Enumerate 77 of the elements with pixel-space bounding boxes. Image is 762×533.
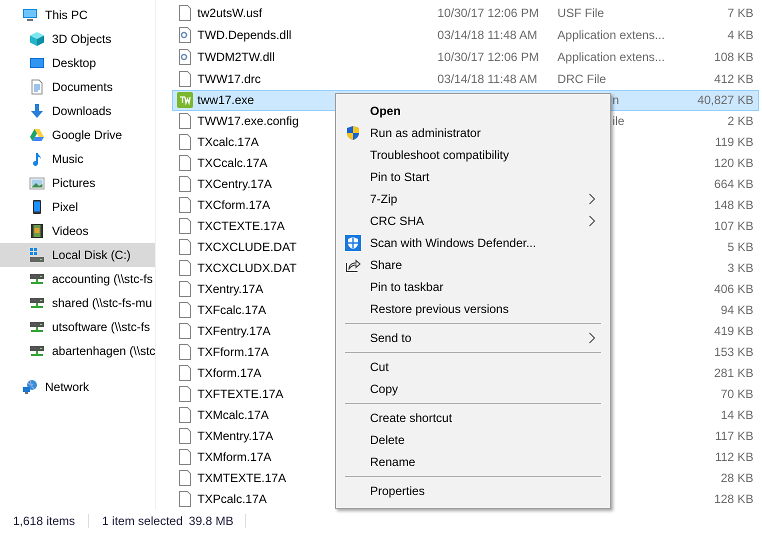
nav-label: abartenhagen (\\stc — [52, 343, 156, 360]
nav-label: shared (\\stc-fs-mu — [52, 295, 152, 312]
file-type: ile — [612, 113, 624, 130]
file-name: TXentry.17A — [197, 281, 264, 298]
file-name: TXFcalc.17A — [197, 302, 266, 319]
file-size: 3 KB — [727, 260, 754, 278]
file-size: 94 KB — [720, 302, 754, 319]
nav-label: accounting (\\stc-fs — [52, 271, 153, 288]
file-name: TXPcalc.17A — [197, 490, 267, 508]
date-modified: 03/14/18 11:48 AM — [437, 28, 538, 42]
file-name: TXCform.17A — [197, 197, 270, 214]
file-type: USF File — [557, 5, 604, 22]
nav-label: utsoftware (\\stc-fs — [52, 319, 150, 336]
file-name: TWW17.drc — [197, 71, 261, 88]
nav-label: Downloads — [52, 103, 112, 120]
file-name: TXFTEXTE.17A — [197, 386, 284, 403]
file-name: TXMform.17A — [197, 448, 272, 466]
file-size: 412 KB — [714, 71, 754, 88]
date-modified: 03/14/18 11:48 AM — [437, 72, 538, 86]
file-name: TXFform.17A — [197, 344, 269, 361]
file-name: tww17.exe — [197, 92, 254, 110]
file-name: tw2utsW.usf — [197, 5, 262, 22]
file-size: 281 KB — [714, 364, 754, 382]
file-name: TXCTEXTE.17A — [197, 218, 285, 236]
file-name: TXFentry.17A — [197, 322, 271, 340]
file-name: TXMentry.17A — [197, 428, 274, 445]
nav-label: Pictures — [52, 175, 96, 192]
file-name: TXform.17A — [197, 364, 262, 382]
date-modified: 10/30/17 12:06 PM — [437, 50, 539, 64]
nav-label: This PC — [45, 7, 88, 24]
file-size: 419 KB — [714, 322, 754, 340]
nav-label: Network — [45, 379, 90, 396]
date-modified: 10/30/17 12:06 PM — [437, 6, 539, 20]
file-size: 108 KB — [714, 49, 754, 66]
nav-label: Videos — [52, 223, 88, 240]
nav-label: Desktop — [52, 55, 96, 72]
file-size: 119 KB — [714, 134, 754, 152]
file-name: TXCXCLUDX.DAT — [197, 260, 297, 278]
file-name: TWW17.exe.config — [197, 113, 299, 130]
file-type: Application extens... — [557, 49, 665, 66]
file-name: TXMTEXTE.17A — [197, 470, 286, 487]
file-name: TXCentry.17A — [197, 176, 272, 194]
file-size: 5 KB — [727, 239, 754, 256]
file-size: 7 KB — [727, 5, 754, 22]
file-size: 664 KB — [714, 176, 754, 194]
nav-label: 3D Objects — [52, 31, 112, 48]
file-size: 120 KB — [714, 155, 754, 172]
file-size: 40,827 KB — [697, 92, 754, 110]
file-type: DRC File — [557, 71, 606, 88]
file-name: TXCcalc.17A — [197, 155, 268, 172]
file-name: TWDM2TW.dll — [197, 49, 275, 66]
file-size: 406 KB — [714, 281, 754, 298]
file-size: 112 KB — [714, 448, 754, 466]
file-size: 128 KB — [714, 490, 754, 508]
file-size: 28 KB — [720, 470, 754, 487]
selection-count: 1 item selected — [102, 513, 183, 530]
item-count: 1,618 items — [13, 513, 76, 530]
selection-size: 39.8 MB — [188, 513, 234, 530]
file-size: 14 KB — [720, 406, 754, 424]
nav-label: Google Drive — [52, 127, 122, 144]
nav-label: Documents — [52, 79, 113, 96]
nav-label: Local Disk (C:) — [52, 247, 131, 264]
file-size: 107 KB — [714, 218, 754, 236]
file-name: TXMcalc.17A — [197, 406, 269, 424]
file-type: Application extens... — [557, 27, 665, 44]
file-size: 148 KB — [714, 197, 754, 214]
file-name: TWD.Depends.dll — [197, 27, 292, 44]
file-size: 70 KB — [720, 386, 754, 403]
file-size: 2 KB — [727, 113, 754, 130]
file-name: TXCXCLUDE.DAT — [197, 239, 297, 256]
file-name: TXcalc.17A — [197, 134, 259, 152]
file-size: 117 KB — [714, 428, 754, 445]
file-size: 4 KB — [727, 27, 754, 44]
file-size: 153 KB — [714, 344, 754, 361]
nav-label: Pixel — [52, 199, 78, 216]
file-type: n — [612, 92, 620, 110]
nav-label: Music — [52, 151, 84, 168]
